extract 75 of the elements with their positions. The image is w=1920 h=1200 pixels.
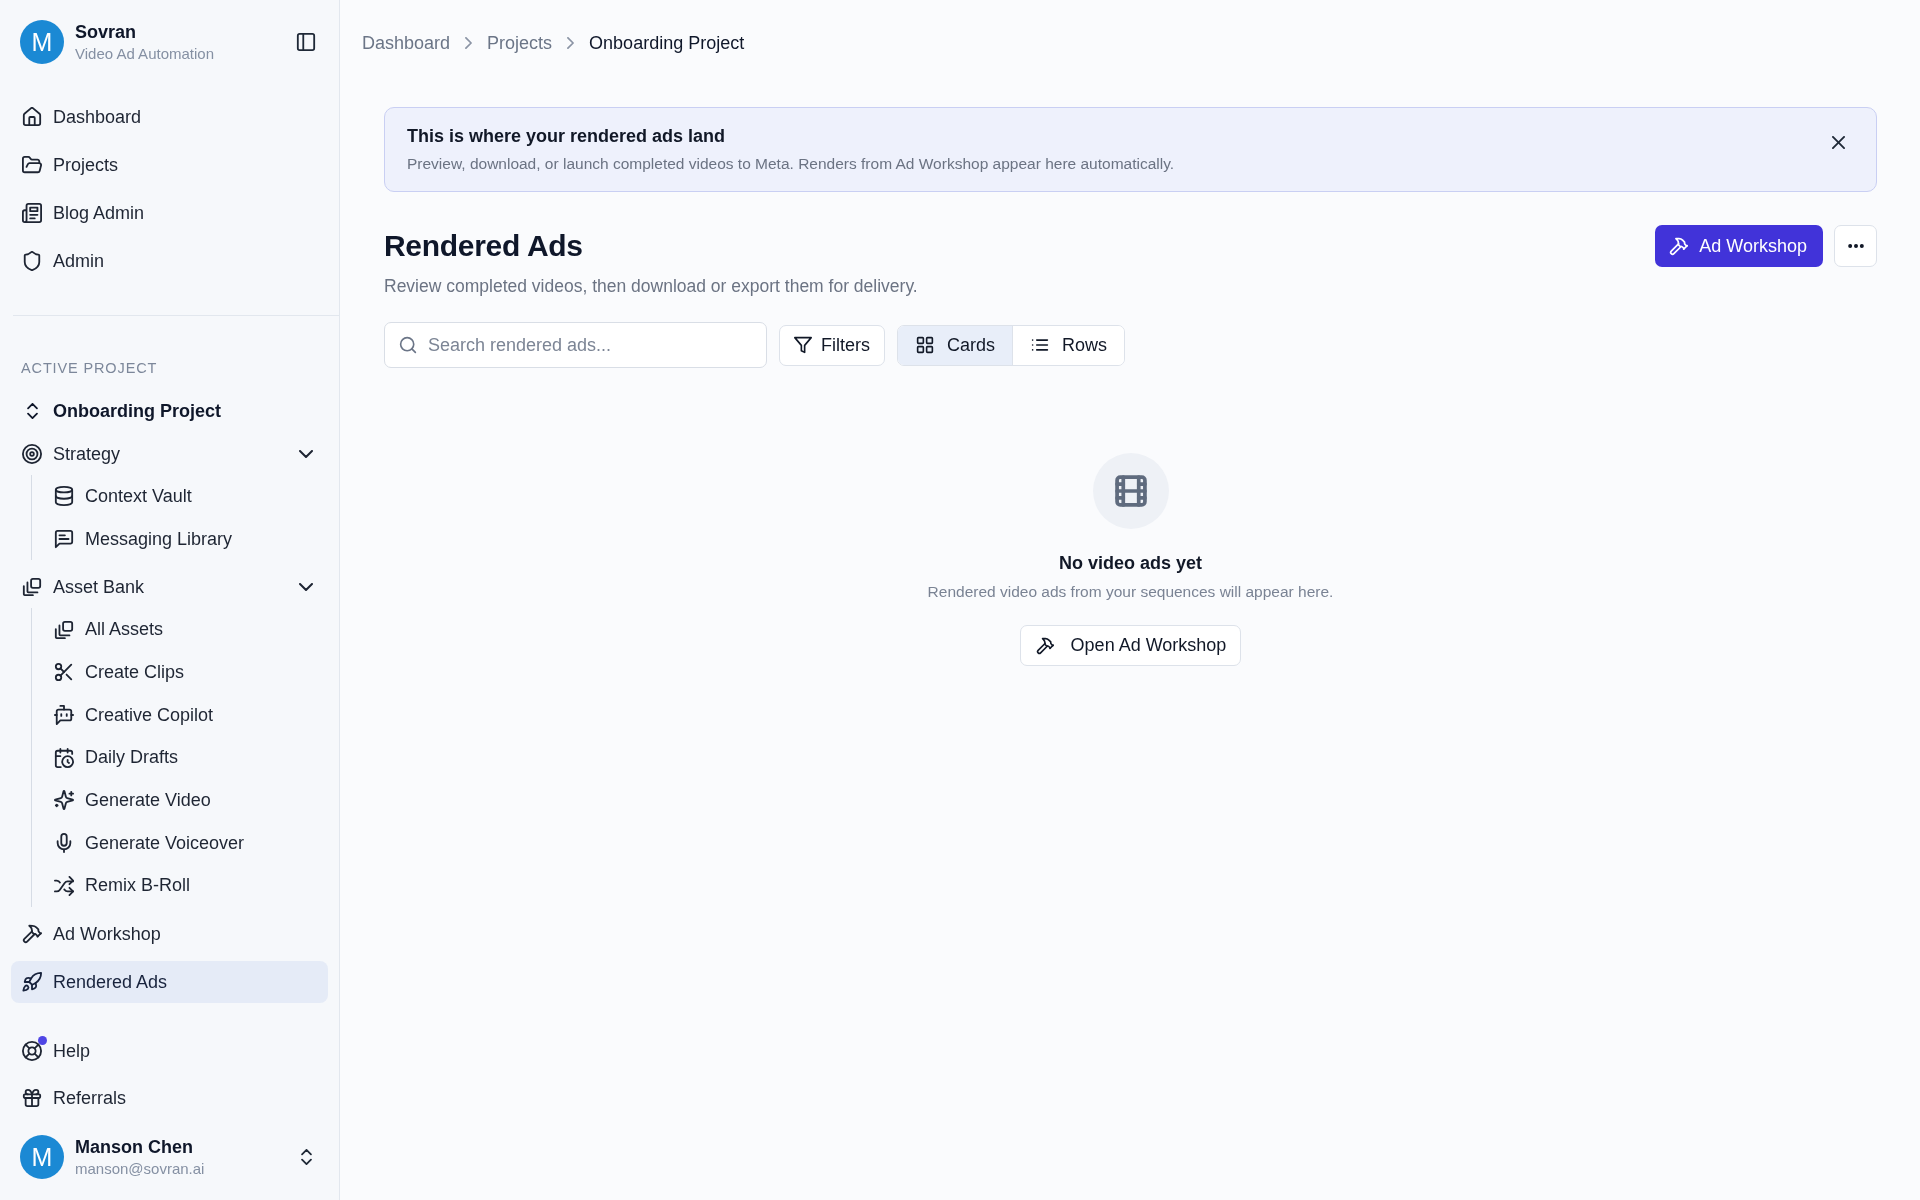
nav-item[interactable]: Strategy bbox=[11, 433, 328, 475]
breadcrumb-link[interactable]: Projects bbox=[487, 32, 553, 54]
page-title: Rendered Ads bbox=[384, 228, 583, 264]
view-tab[interactable]: Cards bbox=[898, 325, 1012, 365]
close-icon bbox=[1831, 135, 1845, 149]
workspace-name: Sovran bbox=[75, 20, 137, 44]
hammer-icon bbox=[1035, 636, 1054, 655]
avatar: M bbox=[20, 1135, 64, 1180]
search-icon bbox=[399, 336, 417, 354]
shield-icon bbox=[22, 251, 42, 271]
chevrons-up-down-icon bbox=[300, 1149, 312, 1166]
banner-text: Preview, download, or launch completed videos to Meta. Renders from Ad Workshop appear here automatically. bbox=[407, 154, 1175, 174]
view-tab[interactable]: Rows bbox=[1012, 325, 1125, 365]
primary-button[interactable]: Ad Workshop bbox=[1655, 225, 1823, 267]
nav-item[interactable]: Help bbox=[11, 1030, 328, 1073]
workspace-subtitle: Video Ad Automation bbox=[75, 43, 214, 64]
hammer-icon bbox=[1669, 236, 1689, 256]
nav-item[interactable]: Create Clips bbox=[32, 651, 328, 694]
breadcrumb-link[interactable]: Dashboard bbox=[362, 32, 451, 54]
filters-button[interactable]: Filters bbox=[779, 324, 885, 366]
folder-icon bbox=[22, 155, 42, 175]
gift-icon bbox=[22, 1088, 42, 1109]
nav-item[interactable]: Ad Workshop bbox=[11, 913, 328, 956]
hammer-icon bbox=[22, 924, 42, 945]
stacked-squares-icon bbox=[22, 577, 42, 598]
open-workshop-button[interactable]: Open Ad Workshop bbox=[1019, 625, 1242, 666]
nav-item[interactable]: Creative Copilot bbox=[32, 693, 328, 737]
list-icon bbox=[1031, 336, 1049, 354]
sidebar-panel-icon bbox=[296, 32, 316, 52]
project-switcher[interactable]: Onboarding Project bbox=[11, 390, 328, 432]
grid-icon bbox=[916, 336, 934, 354]
sparkles-icon bbox=[54, 790, 74, 811]
empty-state-text: Rendered video ads from your sequences will appear here. bbox=[927, 582, 1334, 602]
nav-item[interactable]: Blog Admin bbox=[11, 192, 328, 234]
home-icon bbox=[22, 107, 42, 127]
nav-item[interactable]: Projects bbox=[11, 144, 328, 186]
more-button[interactable] bbox=[1834, 225, 1877, 267]
nav-item[interactable]: Referrals bbox=[11, 1077, 328, 1120]
message-icon bbox=[54, 529, 74, 550]
section-label: ACTIVE PROJECT bbox=[20, 359, 158, 378]
avatar: M bbox=[20, 20, 64, 64]
robot-icon bbox=[54, 705, 74, 726]
empty-state-title: No video ads yet bbox=[1058, 552, 1202, 575]
banner-title: This is where your rendered ads land bbox=[407, 125, 726, 148]
nav-item[interactable]: Dashboard bbox=[11, 96, 328, 138]
nav-item[interactable]: Generate Video bbox=[32, 779, 328, 822]
stacked-squares-icon bbox=[54, 619, 74, 640]
filter-icon bbox=[794, 336, 812, 354]
user-email: manson@sovran.ai bbox=[75, 1158, 205, 1179]
nav-item[interactable]: Messaging Library bbox=[32, 517, 328, 561]
nav-item[interactable]: Daily Drafts bbox=[32, 736, 328, 780]
shuffle-icon bbox=[54, 875, 74, 896]
page-subtitle: Review completed videos, then download or export them for delivery. bbox=[384, 275, 918, 298]
scissors-icon bbox=[54, 662, 74, 683]
breadcrumb-current: Onboarding Project bbox=[589, 32, 745, 54]
search-field[interactable]: Search rendered ads... bbox=[384, 322, 767, 368]
lifebuoy-icon bbox=[22, 1041, 42, 1062]
nav-item[interactable]: Context Vault bbox=[32, 475, 328, 518]
user-name: Manson Chen bbox=[75, 1135, 193, 1159]
more-icon bbox=[1847, 244, 1864, 248]
chevron-right-icon bbox=[567, 37, 575, 49]
calendar-clock-icon bbox=[54, 747, 74, 768]
target-icon bbox=[22, 444, 42, 464]
nav-item[interactable]: Remix B-Roll bbox=[32, 864, 328, 908]
nav-item[interactable]: Rendered Ads bbox=[11, 961, 328, 1004]
database-icon bbox=[54, 486, 74, 507]
chevron-right-icon bbox=[465, 37, 473, 49]
nav-item[interactable]: All Assets bbox=[32, 608, 328, 652]
newspaper-icon bbox=[22, 203, 42, 223]
nav-item[interactable]: Admin bbox=[11, 240, 328, 282]
nav-item[interactable]: Asset Bank bbox=[11, 566, 328, 609]
microphone-icon bbox=[54, 833, 74, 854]
nav-item[interactable]: Generate Voiceover bbox=[32, 821, 328, 865]
rocket-icon bbox=[22, 972, 42, 993]
chevrons-up-down-icon bbox=[26, 403, 38, 419]
